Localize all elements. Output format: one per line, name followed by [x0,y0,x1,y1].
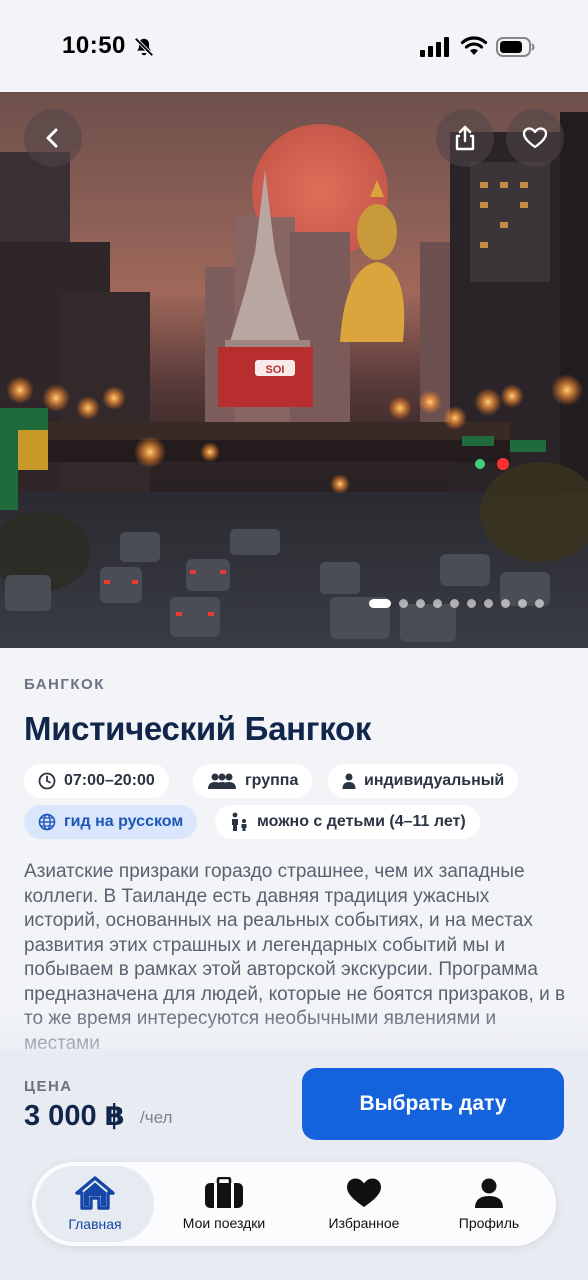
carousel-dot[interactable] [399,598,408,608]
sign-text: SOI [266,364,285,376]
carousel-indicator [369,598,544,608]
chip-guide: гид на русском [24,805,198,839]
battery-icon [496,37,535,57]
tab-my-trips-label: Мои поездки [182,1215,266,1231]
bell-slash-icon [134,37,154,57]
carousel-dot[interactable] [535,598,544,608]
back-button[interactable] [24,109,82,167]
chip-group-label: группа [245,772,299,789]
chip-kids: можно с детьми (4–11 лет) [215,805,480,839]
globe-icon [38,813,56,831]
tab-favorites[interactable]: Избранное [304,1166,424,1242]
select-date-button[interactable]: Выбрать дату [302,1068,564,1140]
tab-profile-label: Профиль [458,1215,520,1231]
carousel-dot[interactable] [518,598,527,608]
status-bar: 10:50 [0,0,588,92]
signal-icon [420,37,449,57]
chevron-left-icon [46,128,58,148]
wifi-icon [460,36,488,55]
tour-title: Мистический Бангкок [24,710,372,747]
share-button[interactable] [436,109,494,167]
carousel-dot[interactable] [450,598,459,608]
carousel-dot[interactable] [467,598,476,608]
tab-home[interactable]: Главная [36,1166,154,1242]
tour-details: БАНГКОК Мистический Бангкок 07:00–20:00 … [0,648,588,1068]
chip-group: группа [193,764,313,798]
tab-bar: Главная Мои поездки Избранное Профиль [32,1162,556,1246]
tab-profile[interactable]: Профиль [434,1166,544,1242]
heart-icon [347,1178,381,1207]
chip-individual: индивидуальный [328,764,519,798]
tab-home-label: Главная [68,1216,122,1232]
price-unit: /чел [140,1108,173,1127]
status-time: 10:50 [62,32,126,59]
tab-favorites-label: Избранное [328,1215,400,1231]
price-label: ЦЕНА [24,1078,73,1095]
carousel-dot[interactable] [433,598,442,608]
home-icon [75,1176,115,1210]
carousel-dot[interactable] [501,598,510,608]
profile-icon [475,1178,503,1208]
chip-kids-label: можно с детьми (4–11 лет) [257,813,466,830]
hero-photo[interactable]: SOI [0,92,588,648]
clock-icon [38,772,56,790]
chip-time-label: 07:00–20:00 [64,772,155,789]
booking-bar: ЦЕНА 3 000 ฿ /чел Выбрать дату [0,1050,588,1162]
tab-my-trips[interactable]: Мои поездки [164,1166,284,1242]
tour-city: БАНГКОК [24,676,105,693]
carousel-dot[interactable] [484,598,493,608]
person-icon [342,773,356,789]
carousel-dot[interactable] [416,598,425,608]
carousel-dot-active[interactable] [369,598,391,608]
family-icon [232,812,247,831]
share-icon [455,125,475,151]
suitcase-icon [205,1177,243,1208]
chip-guide-label: гид на русском [64,813,184,830]
heart-outline-icon [522,127,548,149]
chip-time: 07:00–20:00 [24,764,169,798]
favorite-button[interactable] [506,109,564,167]
group-icon [208,773,236,789]
bangkok-street-photo: SOI [0,112,588,648]
price-value: 3 000 ฿ [24,1100,125,1132]
tab-bar-container: Главная Мои поездки Избранное Профиль [0,1162,588,1280]
chip-individual-label: индивидуальный [364,772,505,789]
